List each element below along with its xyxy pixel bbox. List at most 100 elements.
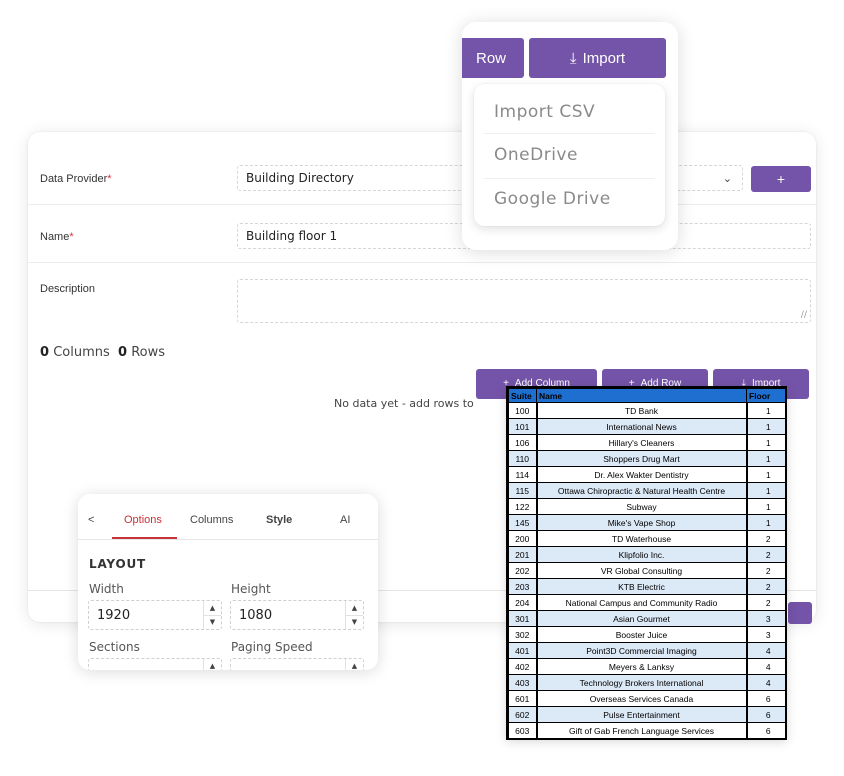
paging-speed-label: Paging Speed <box>231 640 313 654</box>
sections-input[interactable]: ▲▼ <box>88 658 222 670</box>
table-row: 115 Ottawa Chiropractic & Natural Health … <box>508 482 785 499</box>
name-cell: Asian Gourmet <box>535 610 748 627</box>
suite-cell: 302 <box>508 626 537 643</box>
suite-cell: 145 <box>508 514 537 531</box>
resize-handle-icon[interactable]: ∕∕ <box>801 310 807 320</box>
suite-cell: 202 <box>508 562 537 579</box>
column-header-floor: Floor <box>746 388 785 403</box>
table-row: 403 Technology Brokers International 4 <box>508 674 785 691</box>
height-label: Height <box>231 582 271 596</box>
column-header-name: Name <box>536 388 747 403</box>
table-row: 101 International News 1 <box>508 418 785 435</box>
floor-cell: 1 <box>746 434 785 451</box>
menu-item-onedrive[interactable]: OneDrive <box>494 145 578 165</box>
name-cell: Gift of Gab French Language Services <box>535 722 748 738</box>
name-cell: Mike's Vape Shop <box>535 514 748 531</box>
suite-cell: 204 <box>508 594 537 611</box>
floor-cell: 3 <box>746 610 785 627</box>
divider <box>484 178 655 179</box>
floor-cell: 4 <box>746 642 785 659</box>
floor-cell: 2 <box>746 562 785 579</box>
dataset-counts: 0 Columns 0 Rows <box>40 345 166 360</box>
data-provider-value: Building Directory <box>246 171 354 185</box>
data-provider-label: Data Provider* <box>40 173 112 185</box>
floor-cell: 1 <box>746 402 785 419</box>
import-button[interactable]: ⤓ Import <box>529 38 666 78</box>
floor-cell: 1 <box>746 450 785 467</box>
menu-item-import-csv[interactable]: Import CSV <box>494 102 595 122</box>
name-cell: Booster Juice <box>535 626 748 643</box>
column-header-suite: Suite <box>508 388 537 403</box>
tab-style[interactable]: Style <box>266 514 292 526</box>
name-cell: Subway <box>535 498 748 515</box>
paging-speed-input[interactable]: ▲▼ <box>230 658 364 670</box>
table-row: 110 Shoppers Drug Mart 1 <box>508 450 785 467</box>
description-label: Description <box>40 283 96 295</box>
suite-cell: 122 <box>508 498 537 515</box>
suite-cell: 101 <box>508 418 537 435</box>
height-input[interactable]: 1080 ▲ ▼ <box>230 600 364 630</box>
chevron-up-icon[interactable]: ▲ <box>204 601 221 616</box>
height-stepper[interactable]: ▲ ▼ <box>345 601 363 629</box>
floor-cell: 1 <box>746 418 785 435</box>
name-cell: National Campus and Community Radio <box>535 594 748 611</box>
paging-speed-stepper[interactable]: ▲▼ <box>345 659 363 670</box>
add-row-button[interactable]: Row <box>462 38 524 78</box>
name-cell: Shoppers Drug Mart <box>535 450 748 467</box>
name-cell: Klipfolio Inc. <box>535 546 748 563</box>
tab-columns[interactable]: Columns <box>190 514 233 526</box>
width-stepper[interactable]: ▲ ▼ <box>203 601 221 629</box>
floor-cell: 4 <box>746 658 785 675</box>
add-provider-button[interactable]: + <box>751 166 811 192</box>
footer-action-button[interactable] <box>788 602 812 624</box>
divider <box>484 133 655 134</box>
chevron-down-icon[interactable]: ▼ <box>204 616 221 630</box>
chevron-down-icon: ⌄ <box>722 172 732 185</box>
options-tabbar: < Options Columns Style AI <box>78 504 378 540</box>
chevron-up-icon[interactable]: ▲ <box>346 601 363 616</box>
name-cell: Dr. Alex Wakter Dentistry <box>535 466 748 483</box>
divider <box>28 204 816 205</box>
floor-cell: 2 <box>746 530 785 547</box>
description-field[interactable]: ∕∕ <box>237 279 811 323</box>
name-cell: Meyers & Lanksy <box>535 658 748 675</box>
suite-cell: 301 <box>508 610 537 627</box>
name-cell: Technology Brokers International <box>535 674 748 691</box>
suite-cell: 201 <box>508 546 537 563</box>
sections-label: Sections <box>89 640 140 654</box>
menu-item-google-drive[interactable]: Google Drive <box>494 189 611 209</box>
table-row: 145 Mike's Vape Shop 1 <box>508 514 785 531</box>
sections-stepper[interactable]: ▲▼ <box>203 659 221 670</box>
name-cell: International News <box>535 418 748 435</box>
floor-cell: 6 <box>746 722 785 738</box>
suite-cell: 114 <box>508 466 537 483</box>
options-panel-card: < Options Columns Style AI LAYOUT Width … <box>78 494 378 670</box>
tab-ai[interactable]: AI <box>340 514 350 526</box>
table-row: 301 Asian Gourmet 3 <box>508 610 785 627</box>
name-cell: KTB Electric <box>535 578 748 595</box>
suite-cell: 106 <box>508 434 537 451</box>
chevron-up-icon[interactable]: ▲ <box>204 659 221 670</box>
table-row: 106 Hillary's Cleaners 1 <box>508 434 785 451</box>
suite-cell: 602 <box>508 706 537 723</box>
name-cell: Overseas Services Canada <box>535 690 748 707</box>
table-row: 200 TD Waterhouse 2 <box>508 530 785 547</box>
suite-cell: 401 <box>508 642 537 659</box>
table-row: 122 Subway 1 <box>508 498 785 515</box>
width-input[interactable]: 1920 ▲ ▼ <box>88 600 222 630</box>
suite-cell: 603 <box>508 722 537 738</box>
divider <box>28 262 816 263</box>
chevron-up-icon[interactable]: ▲ <box>346 659 363 670</box>
name-cell: TD Bank <box>535 402 748 419</box>
chevron-down-icon[interactable]: ▼ <box>346 616 363 630</box>
table-row: 603 Gift of Gab French Language Services 6 <box>508 722 785 738</box>
building-directory-table: Suite Name Floor 100 TD Bank 1 101 Internati… <box>506 386 787 740</box>
back-chevron-icon[interactable]: < <box>88 514 94 526</box>
suite-cell: 601 <box>508 690 537 707</box>
name-label: Name* <box>40 231 74 243</box>
floor-cell: 6 <box>746 690 785 707</box>
table-body: 100 TD Bank 1 101 International News 1 106 Hill… <box>508 402 785 738</box>
floor-cell: 3 <box>746 626 785 643</box>
table-row: 402 Meyers & Lanksy 4 <box>508 658 785 675</box>
tab-options[interactable]: Options <box>124 514 162 526</box>
